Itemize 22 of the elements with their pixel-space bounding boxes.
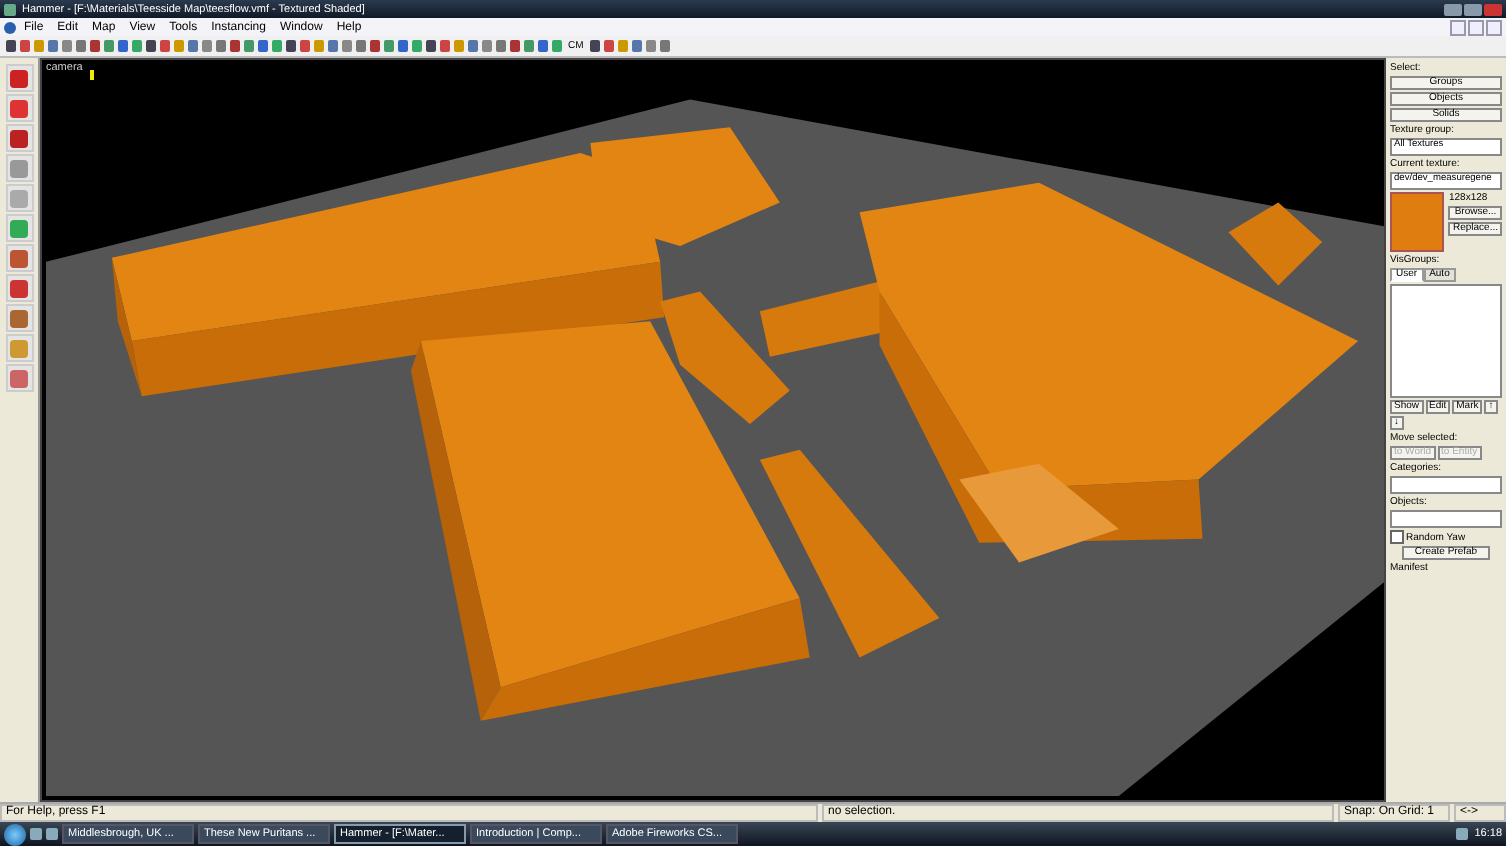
camera-marker-icon (90, 70, 94, 80)
tool-icon[interactable] (5, 64, 33, 92)
tool-icon[interactable] (5, 334, 33, 362)
app-icon (4, 3, 16, 15)
tool-icon[interactable] (5, 304, 33, 332)
tool-icon[interactable] (5, 244, 33, 272)
tool-icon[interactable] (5, 124, 33, 152)
tool-icon[interactable] (5, 94, 33, 122)
tool-icon[interactable] (5, 154, 33, 182)
tool-icon[interactable] (5, 214, 33, 242)
globe-icon (4, 21, 16, 33)
checkbox[interactable] (1390, 530, 1404, 544)
categories-dropdown[interactable] (1390, 476, 1502, 494)
objects-dropdown[interactable] (1390, 510, 1502, 528)
start-button[interactable] (4, 823, 26, 845)
tool-icon[interactable] (5, 274, 33, 302)
maximize-button[interactable] (1464, 3, 1482, 15)
texture-preview (1390, 192, 1445, 252)
tray-icon[interactable] (1456, 828, 1469, 840)
tool-icon[interactable] (5, 364, 33, 392)
visgroup-list[interactable] (1390, 284, 1502, 398)
restore-button[interactable] (1468, 19, 1484, 35)
